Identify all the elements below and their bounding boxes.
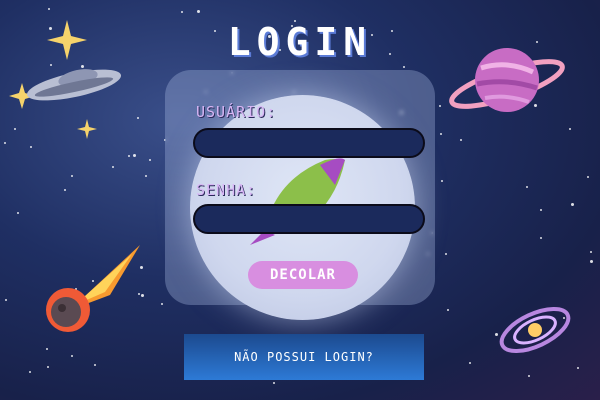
star [577, 367, 579, 369]
username-label: USUÁRIO: [196, 103, 277, 121]
star [46, 348, 48, 350]
star [403, 66, 405, 68]
star [145, 175, 147, 177]
star [161, 303, 163, 305]
star [528, 375, 530, 377]
star [137, 117, 139, 119]
star [30, 146, 32, 148]
sparkle-icon [77, 119, 97, 139]
password-label: SENHA: [196, 181, 257, 199]
star [197, 10, 200, 13]
no-login-button[interactable]: NÃO POSSUI LOGIN? [184, 334, 424, 380]
star [526, 186, 528, 188]
star [590, 251, 592, 253]
star [29, 371, 31, 373]
star [445, 253, 447, 255]
star [94, 364, 96, 366]
star [439, 105, 441, 107]
star [71, 355, 73, 357]
star [273, 382, 275, 384]
page-title: LOGIN [227, 20, 373, 64]
star [181, 11, 183, 13]
star [569, 128, 571, 130]
star [48, 8, 50, 10]
star [540, 209, 542, 211]
star [47, 366, 49, 368]
password-field[interactable] [193, 204, 425, 234]
star [149, 159, 151, 161]
star [447, 309, 449, 311]
star [128, 155, 130, 157]
star [440, 133, 442, 135]
galaxy-icon [499, 306, 571, 354]
star [14, 128, 16, 130]
star [540, 237, 542, 239]
ufo-icon [26, 69, 122, 101]
star [64, 189, 66, 191]
star [441, 180, 443, 182]
star [590, 260, 593, 263]
star [587, 176, 589, 178]
star [460, 139, 462, 141]
star [71, 175, 73, 177]
star [17, 212, 19, 214]
star [133, 154, 136, 157]
star [571, 203, 574, 206]
submit-button[interactable]: DECOLAR [248, 261, 358, 289]
star [112, 166, 114, 168]
star [4, 142, 6, 144]
meteor-icon [46, 245, 140, 332]
username-field[interactable] [193, 128, 425, 158]
star [5, 299, 7, 301]
star [469, 362, 471, 364]
